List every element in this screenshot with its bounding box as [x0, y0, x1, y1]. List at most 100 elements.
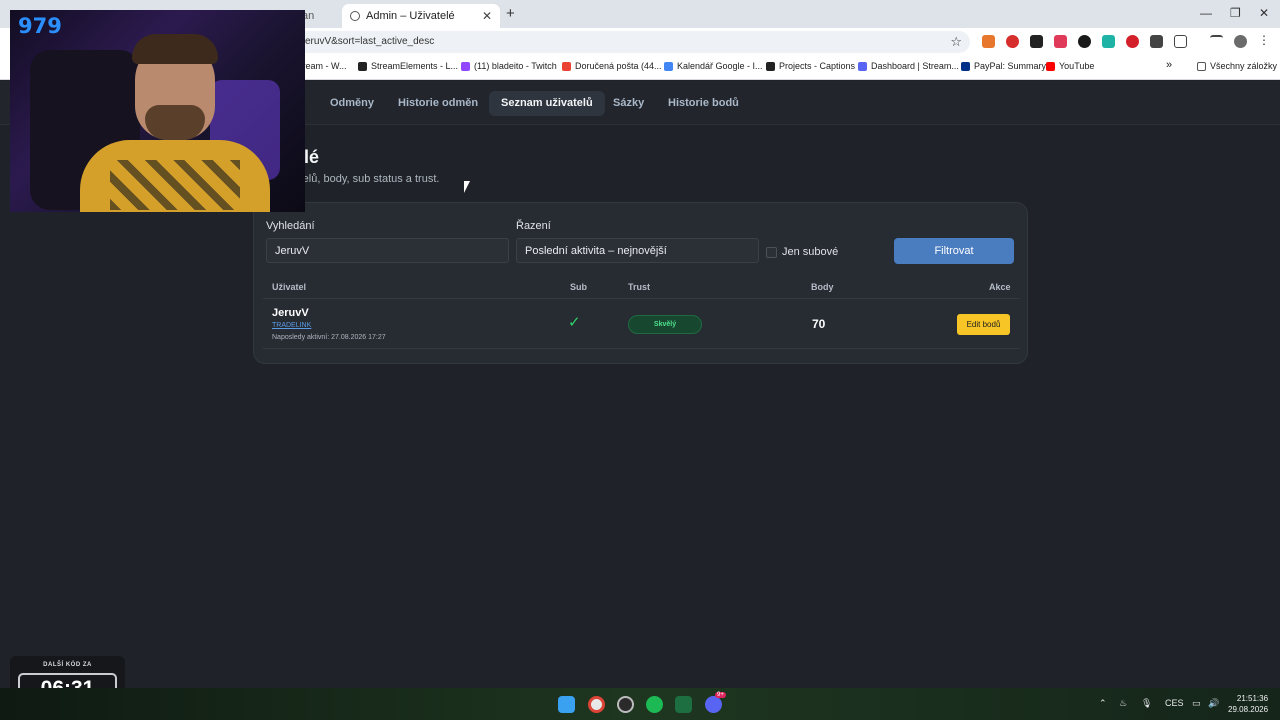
steam-icon[interactable]: ♨ [1119, 698, 1127, 709]
maximize-icon[interactable]: ❐ [1230, 6, 1241, 20]
bookmark-item[interactable]: (11) bladeito - Twitch [461, 61, 557, 71]
bookmark-label: (11) bladeito - Twitch [474, 61, 557, 71]
menu-kebab-icon[interactable]: ⋮ [1258, 33, 1271, 47]
extension-icon[interactable] [1030, 35, 1043, 48]
minimize-icon[interactable]: — [1200, 6, 1212, 20]
bookmark-item[interactable]: Doručená pošta (44... [562, 61, 662, 71]
bookmark-item[interactable]: StreamElements - L... [358, 61, 458, 71]
search-label: Vyhledání [266, 220, 315, 232]
volume-icon[interactable]: 🔊 [1208, 698, 1219, 709]
url-field[interactable]: JeruvV&sort=last_active_desc ☆ [290, 31, 970, 53]
language-indicator[interactable]: CES [1165, 698, 1184, 708]
webcam-beard [145, 105, 205, 140]
browser-tab-active[interactable]: Admin – Uživatelé ✕ [342, 4, 500, 28]
streamelements-icon [358, 61, 367, 71]
page-subtitle: vatelů, body, sub status a trust. [288, 173, 440, 185]
bookmark-label: PayPal: Summary [974, 61, 1047, 71]
username: JeruvV [272, 307, 309, 319]
gmail-icon [562, 61, 571, 71]
more-bookmarks-icon[interactable]: » [1166, 59, 1172, 71]
nav-item-bets[interactable]: Sázky [601, 91, 656, 116]
all-bookmarks-label: Všechny záložky [1210, 61, 1278, 71]
twitch-icon [461, 61, 470, 71]
close-window-icon[interactable]: ✕ [1259, 6, 1269, 20]
filter-button[interactable]: Filtrovat [894, 238, 1014, 264]
table-row: JeruvV TRADELINK Naposledy aktivní: 27.0… [263, 298, 1020, 349]
spotify-icon[interactable] [646, 696, 663, 713]
column-header-sub: Sub [570, 282, 587, 292]
extension-icon[interactable] [1054, 35, 1067, 48]
system-clock[interactable]: 21:51:36 29.08.2026 [1228, 693, 1268, 715]
discord-icon[interactable] [705, 696, 722, 713]
clock-date: 29.08.2026 [1228, 705, 1269, 714]
bookmark-item[interactable]: YouTube [1046, 61, 1094, 71]
extension-icon[interactable] [1078, 35, 1091, 48]
sort-label: Řazení [516, 220, 551, 232]
extension-icon[interactable] [1006, 35, 1019, 48]
bookmark-label: StreamElements - L... [371, 61, 459, 71]
extension-icon[interactable] [1126, 35, 1139, 48]
users-panel: Vyhledání JeruvV Řazení Poslední aktivit… [253, 202, 1028, 364]
tradelink-link[interactable]: TRADELINK [272, 322, 311, 329]
paypal-icon [961, 61, 970, 71]
extension-icon[interactable] [1150, 35, 1163, 48]
sub-only-toggle[interactable]: Jen subové [766, 246, 838, 258]
nav-item-user-list[interactable]: Seznam uživatelů [489, 91, 605, 116]
points-value: 70 [812, 317, 826, 331]
excel-icon[interactable] [675, 696, 692, 713]
new-tab-icon[interactable]: + [506, 5, 515, 22]
url-text: JeruvV&sort=last_active_desc [300, 36, 435, 47]
extension-icon[interactable] [1102, 35, 1115, 48]
globe-icon [350, 11, 360, 21]
sort-select[interactable]: Poslední aktivita – nejnovější [516, 238, 759, 263]
start-icon[interactable] [558, 696, 575, 713]
windows-taskbar: 9+ ⌃ ♨ 🎙 CES ▭ 🔊 21:51:36 29.08.2026 [0, 688, 1280, 720]
extension-icon[interactable] [982, 35, 995, 48]
webcam-shirt [80, 140, 270, 212]
clock-time: 21:51:36 [1236, 694, 1269, 703]
sub-only-checkbox[interactable] [766, 246, 777, 258]
stream-counter: 979 [18, 14, 62, 38]
bookmark-item[interactable]: PayPal: Summary [961, 61, 1046, 71]
bookmark-label: tream - W... [300, 61, 347, 71]
microphone-icon[interactable]: 🎙 [1141, 698, 1152, 709]
discord-badge: 9+ [715, 692, 726, 698]
column-header-points: Body [811, 282, 834, 292]
bookmark-item[interactable]: Projects - Captions [766, 61, 855, 71]
sub-only-label: Jen subové [782, 246, 839, 258]
column-header-trust: Trust [628, 282, 651, 292]
bookmark-label: Doručená pošta (44... [575, 61, 662, 71]
bookmark-label: YouTube [1059, 61, 1095, 71]
folder-icon [1197, 61, 1206, 71]
column-header-actions: Akce [989, 282, 1011, 292]
bookmark-label: Kalendář Google - I... [677, 61, 763, 71]
edit-points-button[interactable]: Edit bodů [957, 314, 1010, 335]
sub-check-icon: ✓ [568, 314, 581, 331]
nav-item-points-history[interactable]: Historie bodů [656, 91, 751, 116]
bookmark-star-icon[interactable]: ☆ [950, 34, 962, 50]
reading-list-icon[interactable] [1210, 35, 1223, 48]
tab-title: Admin – Uživatelé [366, 10, 455, 22]
bookmark-label: Projects - Captions [779, 61, 856, 71]
avatar[interactable] [1234, 35, 1247, 48]
nav-item-rewards[interactable]: Odměny [318, 91, 386, 116]
nav-item-reward-history[interactable]: Historie odměn [386, 91, 490, 116]
captions-icon [766, 61, 775, 71]
browser-tab-previous[interactable]: an [300, 4, 340, 28]
chrome-icon[interactable] [588, 696, 605, 713]
network-icon[interactable]: ▭ [1192, 698, 1201, 709]
webcam-hair [132, 34, 218, 64]
mouse-cursor [464, 181, 470, 193]
close-tab-icon[interactable]: ✕ [482, 9, 492, 23]
bookmark-item[interactable]: tream - W... [300, 61, 347, 71]
puzzle-icon[interactable] [1174, 35, 1187, 48]
timer-label: DALŠÍ KÓD ZA [43, 662, 92, 668]
search-input[interactable]: JeruvV [266, 238, 509, 263]
bookmark-item[interactable]: Kalendář Google - I... [664, 61, 763, 71]
tray-expand-icon[interactable]: ⌃ [1099, 698, 1107, 709]
youtube-icon [1046, 61, 1055, 71]
obs-icon[interactable] [617, 696, 634, 713]
all-bookmarks[interactable]: Všechny záložky [1197, 61, 1277, 71]
bookmark-label: Dashboard | Stream... [871, 61, 959, 71]
bookmark-item[interactable]: Dashboard | Stream... [858, 61, 959, 71]
